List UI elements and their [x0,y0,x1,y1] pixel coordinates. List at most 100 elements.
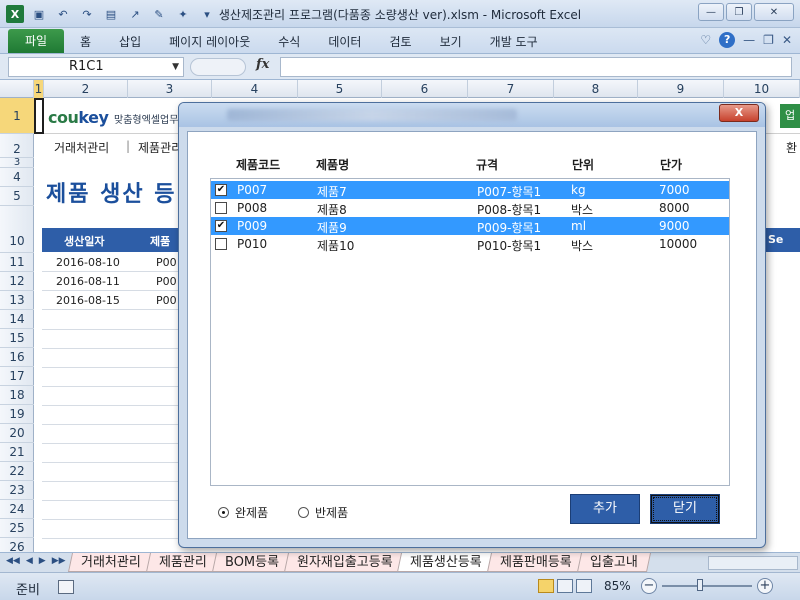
zoom-level[interactable]: 85% [604,579,631,593]
item-checkbox[interactable] [215,238,227,250]
row-header[interactable]: 15 [0,329,34,348]
nav-product-link[interactable]: 제품관리 [138,139,182,156]
close-window-icon[interactable]: ✕ [754,3,794,21]
zoom-out-icon[interactable]: − [641,578,657,594]
normal-view-icon[interactable] [538,579,554,593]
product-listbox[interactable]: ✔ P007 제품7 P007-항목1 kg 7000 P008 제품8 P00… [210,178,730,486]
sheet-tab-bom[interactable]: BOM등록 [211,553,292,572]
row-header[interactable]: 21 [0,443,34,462]
prev-sheet-icon[interactable]: ◀ [26,556,33,566]
row-header[interactable]: 17 [0,367,34,386]
row-header[interactable]: 2 [0,134,34,158]
tab-view[interactable]: 보기 [426,33,476,50]
table-row[interactable]: 2016-08-15 P00 [42,291,178,310]
column-header[interactable]: 8 [554,80,638,98]
collapse-ribbon-icon[interactable]: ♡ [700,33,711,47]
name-box[interactable]: R1C1 ▼ [8,57,184,77]
chevron-down-icon[interactable]: ▼ [172,58,179,76]
table-row[interactable]: 2016-08-10 P00 [42,253,178,272]
tab-page-layout[interactable]: 페이지 레이아웃 [155,33,264,50]
nav-vendor-link[interactable]: 거래처관리 [54,139,109,156]
row-header[interactable]: 24 [0,500,34,519]
column-header[interactable]: 6 [382,80,468,98]
horizontal-scrollbar[interactable] [708,556,798,570]
tab-developer[interactable]: 개발 도구 [476,33,552,50]
tab-file[interactable]: 파일 [8,29,64,53]
select-all-corner[interactable] [0,80,34,98]
row-header[interactable]: 4 [0,168,34,187]
minimize-workbook-icon[interactable]: — [743,33,755,47]
row-header[interactable]: 12 [0,272,34,291]
green-tab[interactable]: 업 [780,104,800,128]
sheet-tab-production[interactable]: 제품생산등록 [397,553,496,572]
list-item[interactable]: P010 제품10 P010-항목1 박스 10000 [211,235,729,253]
row-header[interactable]: 19 [0,405,34,424]
zoom-in-icon[interactable]: + [757,578,773,594]
first-sheet-icon[interactable]: ◀◀ [6,556,20,566]
nav-right-link[interactable]: 환 [786,139,797,156]
column-header[interactable]: 2 [44,80,128,98]
row-header[interactable]: 25 [0,519,34,538]
radio-semi-product[interactable]: 반제품 [298,504,348,521]
zoom-slider-thumb[interactable] [696,579,703,591]
item-checkbox[interactable]: ✔ [215,220,227,232]
radio-finished-product[interactable]: 완제품 [218,504,268,521]
column-header[interactable]: 9 [638,80,724,98]
close-workbook-icon[interactable]: ✕ [782,33,792,47]
list-item[interactable]: ✔ P007 제품7 P007-항목1 kg 7000 [211,181,729,199]
tab-home[interactable]: 홈 [66,33,105,50]
column-header[interactable]: 1 [34,80,44,98]
row-header[interactable]: 20 [0,424,34,443]
tab-review[interactable]: 검토 [375,33,425,50]
macro-record-icon[interactable] [58,580,74,594]
sheet-tab-products[interactable]: 제품관리 [145,553,220,572]
row-header[interactable]: 22 [0,462,34,481]
row-header[interactable]: 11 [0,253,34,272]
item-checkbox[interactable]: ✔ [215,184,227,196]
add-button[interactable]: 추가 [570,494,640,524]
list-item[interactable]: ✔ P009 제품9 P009-항목1 ml 9000 [211,217,729,235]
row-header[interactable]: 5 [0,187,34,206]
row-header[interactable]: 18 [0,386,34,405]
selected-cell[interactable] [34,98,44,134]
column-header[interactable]: 5 [298,80,382,98]
list-item[interactable]: P008 제품8 P008-항목1 박스 8000 [211,199,729,217]
sheet-tab-inout[interactable]: 입출고내 [576,553,651,572]
restore-icon[interactable]: ❐ [726,3,752,21]
row-header[interactable]: 23 [0,481,34,500]
last-sheet-icon[interactable]: ▶▶ [52,556,66,566]
page-layout-view-icon[interactable] [557,579,573,593]
sheet-tab-materials[interactable]: 원자재입출고등록 [283,553,406,572]
help-icon[interactable]: ? [719,32,736,48]
next-sheet-icon[interactable]: ▶ [39,556,46,566]
column-header[interactable]: 4 [212,80,298,98]
row-header[interactable]: 10 [0,206,34,253]
row-header[interactable]: 26 [0,538,34,552]
row-header[interactable]: 3 [0,158,34,168]
close-button[interactable]: 닫기 [650,494,720,524]
formula-input[interactable] [280,57,792,77]
page-break-view-icon[interactable] [576,579,592,593]
row-header[interactable]: 16 [0,348,34,367]
row-header[interactable]: 13 [0,291,34,310]
row-header[interactable]: 14 [0,310,34,329]
table-row[interactable]: 2016-08-11 P00 [42,272,178,291]
tab-insert[interactable]: 삽입 [105,33,155,50]
item-checkbox[interactable] [215,202,227,214]
sheet-tab-sales[interactable]: 제품판매등록 [487,553,585,572]
zoom-slider[interactable] [662,579,752,591]
radio-circle[interactable] [218,507,229,518]
dialog-titlebar[interactable]: X [179,103,765,127]
tab-data[interactable]: 데이터 [314,33,375,50]
sheet-tab-vendors[interactable]: 거래처관리 [67,553,154,572]
column-header[interactable]: 7 [468,80,554,98]
insert-function-icon[interactable]: fx [256,57,269,72]
restore-workbook-icon[interactable]: ❐ [763,33,774,47]
column-header[interactable]: 10 [724,80,800,98]
minimize-icon[interactable]: — [698,3,724,21]
radio-circle[interactable] [298,507,309,518]
row-header[interactable]: 1 [0,98,34,134]
tab-formulas[interactable]: 수식 [264,33,314,50]
dialog-close-icon[interactable]: X [719,104,759,122]
column-header[interactable]: 3 [128,80,212,98]
